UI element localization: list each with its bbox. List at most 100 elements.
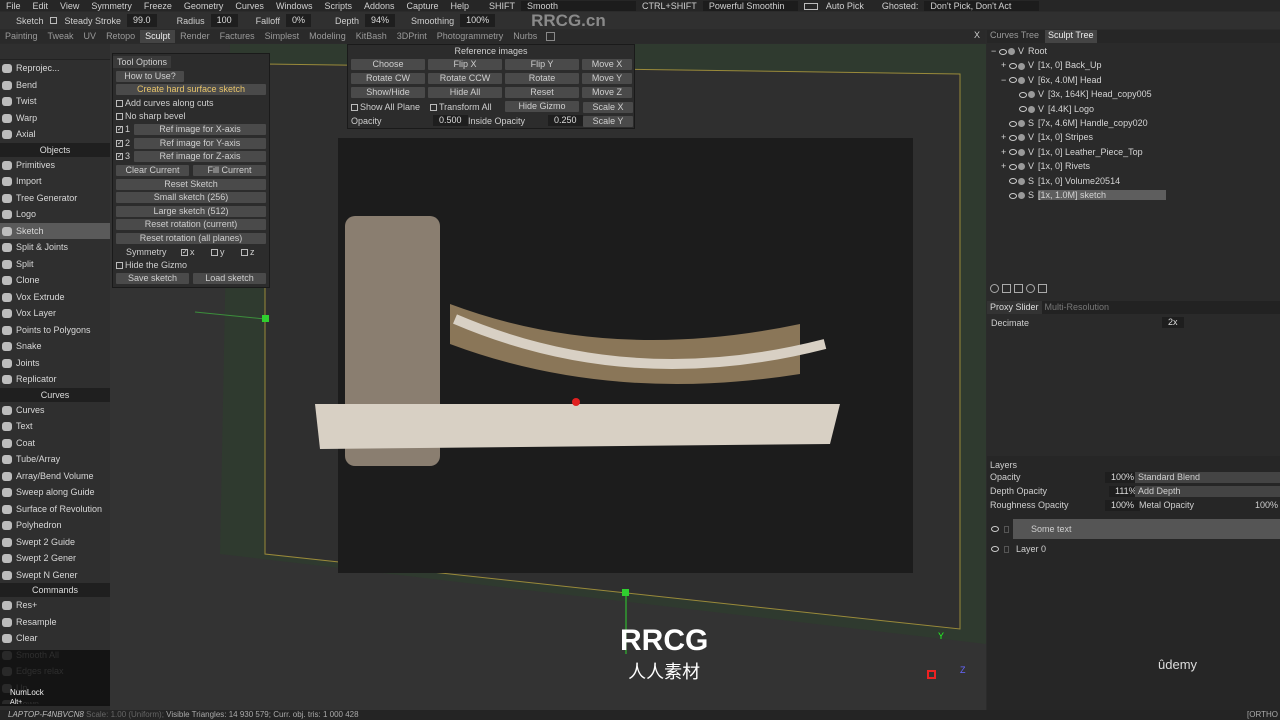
tab-modeling[interactable]: Modeling bbox=[304, 30, 351, 43]
visibility-eye-icon[interactable] bbox=[1009, 192, 1017, 199]
menu-curves[interactable]: Curves bbox=[229, 1, 270, 11]
tab-sculpt[interactable]: Sculpt bbox=[140, 30, 176, 43]
falloff-value[interactable]: 0% bbox=[285, 14, 311, 27]
tab-tweak[interactable]: Tweak bbox=[43, 30, 79, 43]
tab-photogrammetry[interactable]: Photogrammetry bbox=[432, 30, 509, 43]
smoothing-value[interactable]: 100% bbox=[460, 14, 496, 27]
ref-1-checkbox[interactable] bbox=[116, 126, 123, 134]
tab-3dprint[interactable]: 3DPrint bbox=[392, 30, 432, 43]
tree-item[interactable]: + V [1x, 0] Leather_Piece_Top bbox=[991, 145, 1280, 159]
tool-sweep-along-guide[interactable]: Sweep along Guide bbox=[0, 484, 110, 501]
ref-image-2-button[interactable]: Ref image for Y-axis bbox=[134, 137, 266, 149]
visibility-eye-icon[interactable] bbox=[999, 48, 1007, 55]
layer-row[interactable]: Some text bbox=[987, 519, 1280, 539]
material-dot-icon[interactable] bbox=[1028, 105, 1035, 113]
symmetry-y-checkbox[interactable]: y bbox=[211, 247, 225, 257]
tree-item[interactable]: V [4.4K] Logo bbox=[991, 102, 1280, 116]
ref-2-checkbox[interactable] bbox=[116, 139, 123, 147]
gizmo-center[interactable] bbox=[572, 398, 580, 406]
symmetry-x-checkbox[interactable]: x bbox=[181, 247, 195, 257]
flip-y-button[interactable]: Flip Y bbox=[505, 59, 579, 70]
menu-view[interactable]: View bbox=[54, 1, 85, 11]
depth-mode-select[interactable]: Add Depth bbox=[1135, 486, 1280, 497]
shift-brush-select[interactable]: Smooth bbox=[521, 0, 637, 11]
tool-primitives[interactable]: Primitives bbox=[0, 157, 110, 174]
visibility-eye-icon[interactable] bbox=[1019, 91, 1027, 98]
material-dot-icon[interactable] bbox=[1018, 148, 1025, 156]
tab-multi-resolution[interactable]: Multi-Resolution bbox=[1042, 301, 1113, 314]
opacity-value[interactable]: 0.500 bbox=[433, 115, 468, 126]
small-sketch-button[interactable]: Small sketch (256) bbox=[116, 192, 266, 203]
tool-replicator[interactable]: Replicator bbox=[0, 371, 110, 388]
tool-resample[interactable]: Resample bbox=[0, 614, 110, 631]
reset-button[interactable]: Reset bbox=[505, 87, 579, 98]
expand-toggle[interactable]: + bbox=[1001, 58, 1009, 72]
fill-current-button[interactable]: Fill Current bbox=[193, 165, 266, 176]
create-hard-surface-button[interactable]: Create hard surface sketch bbox=[116, 84, 266, 95]
material-dot-icon[interactable] bbox=[1018, 163, 1025, 171]
reset-rotation-all-button[interactable]: Reset rotation (all planes) bbox=[116, 233, 266, 244]
lock-icon[interactable] bbox=[1004, 545, 1009, 553]
reset-rotation-current-button[interactable]: Reset rotation (current) bbox=[116, 219, 266, 230]
gizmo-handle[interactable] bbox=[262, 315, 269, 322]
auto-pick-checkbox[interactable]: Auto Pick bbox=[798, 1, 876, 11]
move-x-button[interactable]: Move X bbox=[582, 59, 632, 70]
tree-item[interactable]: S [1x, 1.0M] sketch bbox=[991, 188, 1280, 202]
no-sharp-bevel-checkbox[interactable]: No sharp bevel bbox=[116, 111, 266, 121]
visibility-eye-icon[interactable] bbox=[1009, 178, 1017, 185]
tree-item[interactable]: S [7x, 4.6M] Handle_copy020 bbox=[991, 116, 1280, 130]
expand-toggle[interactable]: − bbox=[991, 44, 999, 58]
tree-item[interactable]: + V [1x, 0] Stripes bbox=[991, 130, 1280, 144]
material-dot-icon[interactable] bbox=[1008, 48, 1015, 56]
visibility-eye-icon[interactable] bbox=[1009, 63, 1017, 70]
tool-polyhedron[interactable]: Polyhedron bbox=[0, 517, 110, 534]
tool-joints[interactable]: Joints bbox=[0, 355, 110, 372]
rotate-button[interactable]: Rotate bbox=[505, 73, 579, 84]
tab-uv[interactable]: UV bbox=[79, 30, 102, 43]
layer-row[interactable]: Layer 0 bbox=[987, 539, 1280, 559]
tool-logo[interactable]: Logo bbox=[0, 206, 110, 223]
ref-image-3-button[interactable]: Ref image for Z-axis bbox=[134, 151, 266, 162]
menu-edit[interactable]: Edit bbox=[27, 1, 55, 11]
ref-image-1-button[interactable]: Ref image for X-axis bbox=[134, 124, 266, 135]
metal-opacity-value[interactable]: 100% bbox=[1255, 500, 1278, 510]
add-curves-checkbox[interactable]: Add curves along cuts bbox=[116, 98, 266, 108]
tab-curves-tree[interactable]: Curves Tree bbox=[990, 30, 1039, 43]
ref-3-checkbox[interactable] bbox=[116, 153, 123, 161]
tool-vox-extrude[interactable]: Vox Extrude bbox=[0, 289, 110, 306]
hide-gizmo-button[interactable]: Hide Gizmo bbox=[505, 101, 579, 112]
search-icon[interactable] bbox=[990, 284, 999, 293]
menu-symmetry[interactable]: Symmetry bbox=[85, 1, 138, 11]
inside-opacity-value[interactable]: 0.250 bbox=[548, 115, 583, 126]
gizmo-handle-bottom[interactable] bbox=[622, 589, 629, 596]
merge-icon[interactable] bbox=[1026, 284, 1035, 293]
tool-swept-n-gener[interactable]: Swept N Gener bbox=[0, 567, 110, 584]
tool-coat[interactable]: Coat bbox=[0, 435, 110, 452]
scale-y-button[interactable]: Scale Y bbox=[583, 116, 633, 127]
lock-icon[interactable] bbox=[1004, 525, 1009, 533]
tab-painting[interactable]: Painting bbox=[0, 30, 43, 43]
visibility-eye-icon[interactable] bbox=[991, 526, 999, 532]
tool-swept-2-gener[interactable]: Swept 2 Gener bbox=[0, 550, 110, 567]
tool-swept-2-guide[interactable]: Swept 2 Guide bbox=[0, 534, 110, 551]
tool-split[interactable]: Split bbox=[0, 256, 110, 273]
decimate-value[interactable]: 2x bbox=[1162, 317, 1184, 328]
tool-vox-layer[interactable]: Vox Layer bbox=[0, 305, 110, 322]
move-z-button[interactable]: Move Z bbox=[582, 87, 632, 98]
expand-toggle[interactable]: + bbox=[1001, 130, 1009, 144]
hide-all-button[interactable]: Hide All bbox=[428, 87, 502, 98]
material-dot-icon[interactable] bbox=[1018, 120, 1025, 128]
tool-import[interactable]: Import bbox=[0, 173, 110, 190]
blend-mode-select[interactable]: Standard Blend bbox=[1135, 472, 1280, 483]
load-sketch-button[interactable]: Load sketch bbox=[193, 273, 266, 284]
tool-curves[interactable]: Curves bbox=[0, 402, 110, 419]
visibility-eye-icon[interactable] bbox=[1019, 106, 1027, 113]
scale-x-button[interactable]: Scale X bbox=[583, 102, 633, 113]
ghosted-select[interactable]: Don't Pick, Don't Act bbox=[924, 0, 1040, 11]
depth-value[interactable]: 94% bbox=[365, 14, 396, 27]
tree-item[interactable]: − V Root bbox=[991, 44, 1280, 58]
visibility-eye-icon[interactable] bbox=[1009, 163, 1017, 170]
tab-retopo[interactable]: Retopo bbox=[101, 30, 140, 43]
material-dot-icon[interactable] bbox=[1018, 177, 1025, 185]
transform-all-checkbox[interactable]: Transform All bbox=[430, 102, 492, 112]
